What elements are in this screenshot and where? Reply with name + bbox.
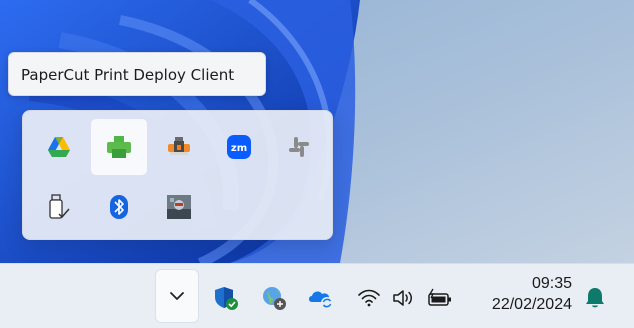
notification-bell-icon xyxy=(586,288,604,308)
onedrive-icon xyxy=(309,291,333,309)
papercut-printer-icon xyxy=(107,136,131,158)
tray-item-bluetooth[interactable] xyxy=(91,179,147,235)
usb-safely-remove-icon xyxy=(49,194,70,219)
tray-item-usb[interactable] xyxy=(31,179,87,235)
chevron-down-icon xyxy=(170,292,184,300)
tray-item-google-drive[interactable] xyxy=(31,119,87,175)
network-globe-icon xyxy=(263,287,286,310)
tooltip-text: PaperCut Print Deploy Client xyxy=(21,66,235,84)
taskbar: 09:35 22/02/2024 xyxy=(0,263,634,328)
slack-icon xyxy=(289,137,309,157)
tooltip: PaperCut Print Deploy Client xyxy=(8,52,266,96)
system-clock[interactable]: 09:35 22/02/2024 xyxy=(492,273,572,315)
volume-icon xyxy=(393,290,412,306)
zoom-icon-text: zm xyxy=(231,143,247,154)
tray-overflow-flyout: zm xyxy=(22,110,333,240)
show-hidden-icons-button[interactable] xyxy=(155,269,199,323)
tray-item-zoom[interactable]: zm xyxy=(211,119,267,175)
google-drive-icon xyxy=(48,137,70,157)
tray-item-print-deploy-agent[interactable] xyxy=(151,119,207,175)
windows-security-icon xyxy=(215,287,238,310)
zoom-icon: zm xyxy=(227,135,251,159)
print-deploy-agent-icon xyxy=(168,137,190,155)
app-thumbnail-icon xyxy=(167,195,191,219)
windows-security-button[interactable] xyxy=(212,284,240,312)
onedrive-button[interactable] xyxy=(306,284,336,312)
bluetooth-icon xyxy=(110,195,128,219)
network-globe-button[interactable] xyxy=(260,284,288,312)
tray-item-papercut[interactable] xyxy=(91,119,147,175)
battery-button[interactable] xyxy=(426,286,454,310)
wifi-button[interactable] xyxy=(355,286,383,310)
tray-item-app[interactable] xyxy=(151,179,207,235)
tray-item-slack[interactable] xyxy=(271,119,327,175)
clock-date: 22/02/2024 xyxy=(491,296,572,313)
clock-time: 09:35 xyxy=(531,275,572,292)
battery-icon xyxy=(428,288,451,306)
notifications-button[interactable] xyxy=(582,284,608,312)
wifi-icon xyxy=(358,289,380,307)
volume-button[interactable] xyxy=(390,286,416,310)
